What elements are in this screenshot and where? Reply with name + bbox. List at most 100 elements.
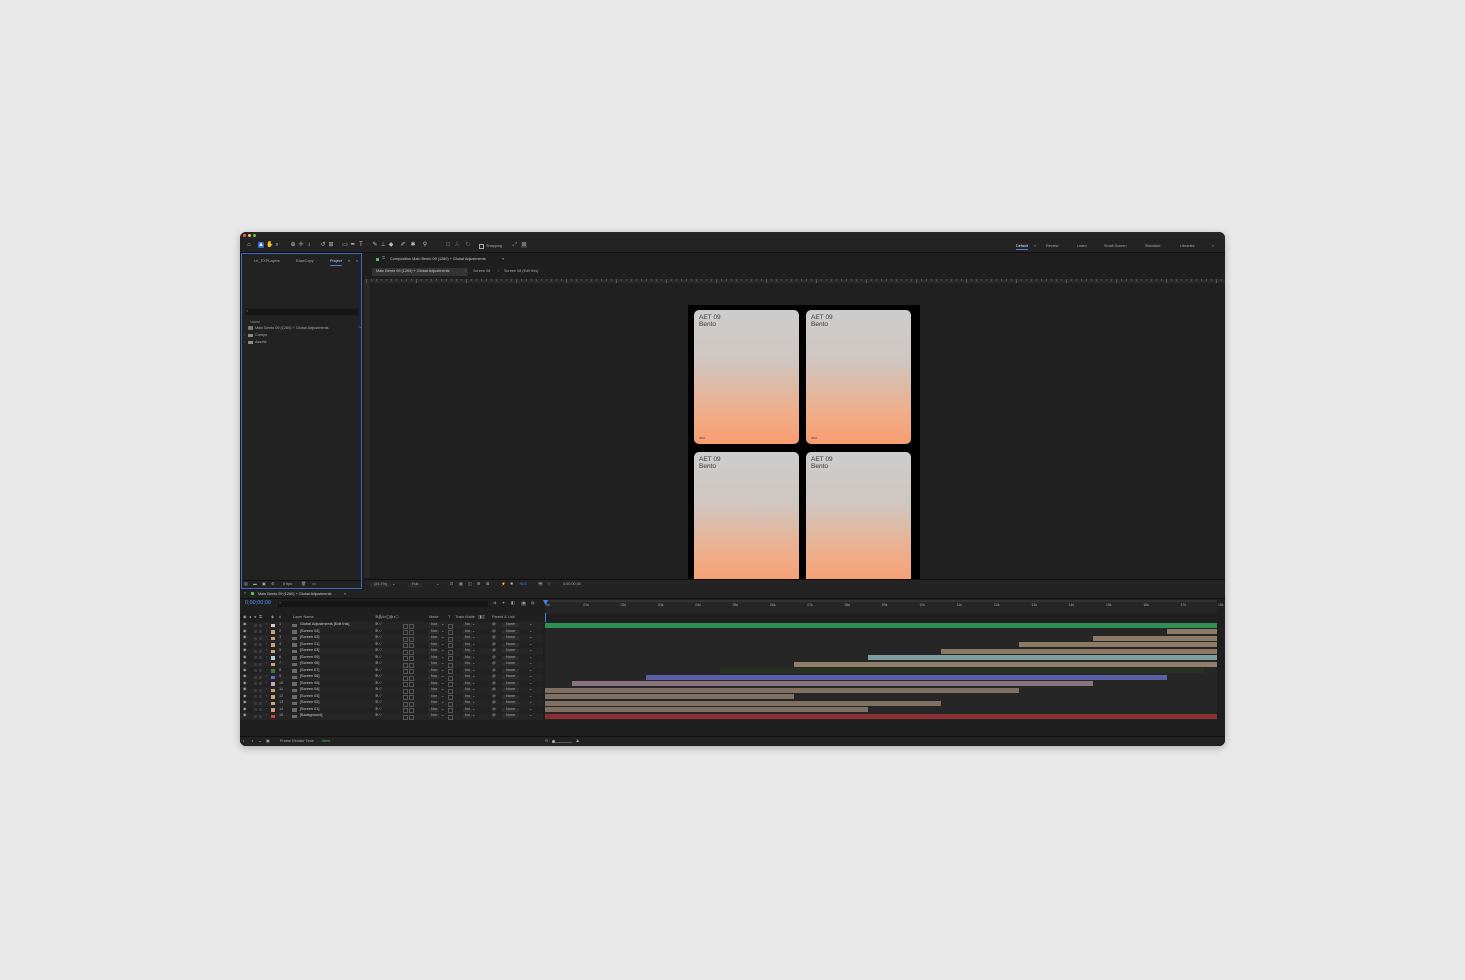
puppet-tool-icon[interactable]: ✱ (410, 242, 416, 248)
layer-switches-icon[interactable]: ✲ ⁄ ⁄ (375, 655, 382, 660)
parent-dropdown[interactable]: None (502, 648, 520, 654)
layer-duration-bar[interactable] (545, 707, 868, 713)
chevron-down-icon[interactable]: ⌄ (441, 629, 444, 634)
workspace-menu-icon[interactable]: ≡ (1034, 244, 1036, 248)
chevron-right-icon[interactable]: › (266, 629, 267, 634)
layer-switches-icon[interactable]: ✲ ⁄ ⁄ (375, 668, 382, 673)
mode-dropdown[interactable]: Nor (429, 713, 440, 719)
layer-name[interactable]: [Screen 05] (300, 681, 319, 686)
chevron-left-icon[interactable]: ‹ (465, 269, 466, 274)
workspace-default[interactable]: Default (1016, 244, 1029, 250)
brush-tool-icon[interactable]: ✎ (372, 242, 378, 248)
visibility-eye-icon[interactable]: ◉ (243, 661, 246, 666)
chevron-down-icon[interactable]: ⌄ (529, 700, 532, 705)
visibility-eye-icon[interactable]: ◉ (243, 629, 246, 634)
chevron-down-icon[interactable]: ⌄ (441, 681, 444, 686)
chevron-right-icon[interactable]: › (266, 661, 267, 666)
timeline-tab-label[interactable]: Main Bento 09 (1260) + Global Adjustment… (258, 592, 332, 597)
solo-toggle[interactable] (254, 708, 257, 711)
mode-dropdown[interactable]: Nor (429, 655, 440, 660)
track-matte-dropdown[interactable]: No (463, 648, 472, 654)
chevron-right-icon[interactable]: › (266, 687, 267, 692)
visibility-eye-icon[interactable]: ◉ (243, 713, 246, 718)
name-column-header[interactable]: Name (250, 320, 260, 325)
visibility-eye-icon[interactable]: ◉ (243, 668, 246, 673)
comp-menu-icon[interactable]: ≡ (502, 257, 504, 262)
mode-dropdown[interactable]: Nor (429, 648, 440, 654)
label-color-swatch[interactable] (271, 682, 275, 686)
zoom-window-icon[interactable] (253, 234, 256, 237)
t-header[interactable]: T (448, 615, 450, 620)
solo-toggle[interactable] (254, 675, 257, 679)
pick-whip-icon[interactable]: @ (492, 707, 496, 712)
hand-tool-icon[interactable]: ✋ (266, 242, 273, 248)
lock-toggle[interactable] (259, 630, 262, 633)
chevron-down-icon[interactable]: ⌄ (529, 694, 532, 699)
chevron-down-icon[interactable]: ⌄ (472, 681, 475, 686)
chevron-down-icon[interactable]: ⌄ (529, 622, 532, 627)
chevron-down-icon[interactable]: ⌄ (472, 668, 475, 673)
guides-icon[interactable]: ⊠ (486, 582, 489, 587)
workspace-review[interactable]: Review (1046, 244, 1058, 248)
chevron-right-icon[interactable]: › (266, 642, 267, 647)
layer-duration-bar[interactable] (1092, 635, 1217, 641)
pick-whip-icon[interactable]: @ (492, 655, 496, 660)
chevron-down-icon[interactable]: ⌄ (529, 655, 532, 660)
mode-dropdown[interactable]: Nor (429, 694, 440, 699)
preserve-transparency-checkbox[interactable] (448, 714, 453, 720)
frame-blending-icon[interactable]: ◉ (521, 601, 527, 606)
project-search-input[interactable]: ⌕ (245, 309, 358, 315)
transparency-grid-icon[interactable]: ▦ (459, 582, 463, 587)
chevron-right-icon[interactable]: › (266, 668, 267, 673)
fast-preview-icon[interactable]: ⚡ (501, 582, 506, 587)
solo-toggle[interactable] (254, 669, 257, 672)
grid-icon[interactable]: ⊞ (477, 582, 480, 587)
chevron-left-icon[interactable]: ‹ (498, 269, 499, 274)
layer-switches-icon[interactable]: ✲ ⁄ ⁄ (375, 629, 382, 634)
layer-switches-icon[interactable]: ✲ ⁄ ⁄ (375, 642, 382, 647)
layer-duration-bar[interactable] (793, 661, 1217, 667)
lock-toggle[interactable] (259, 669, 262, 672)
lock-toggle[interactable] (259, 695, 262, 698)
pick-whip-icon[interactable]: @ (492, 642, 496, 647)
track-matte-dropdown[interactable]: No (463, 700, 472, 706)
chevron-right-icon[interactable]: › (266, 655, 267, 660)
chevron-down-icon[interactable]: ⌄ (529, 661, 532, 666)
pick-whip-icon[interactable]: @ (492, 713, 496, 718)
layer-switches-icon[interactable]: ✲ ⁄ ⁄ (375, 687, 382, 692)
panel-menu-icon[interactable]: ≡ (344, 592, 346, 597)
layer-name[interactable]: [Screen 07] (300, 668, 319, 673)
snap-mode-icon[interactable]: ⊠ (521, 242, 527, 248)
layer-name[interactable]: Global Adjustments [Edit this] (300, 622, 349, 627)
chevron-down-icon[interactable]: ⌄ (472, 694, 475, 699)
label-color-swatch[interactable] (271, 701, 275, 705)
workspace-overflow-icon[interactable]: » (1212, 244, 1214, 248)
pick-whip-icon[interactable]: @ (492, 635, 496, 640)
chevron-right-icon[interactable]: › (266, 622, 267, 627)
panel-overflow-icon[interactable]: » (356, 259, 358, 264)
current-time-display[interactable]: 0;00;00;00 (245, 600, 271, 606)
chevron-right-icon[interactable]: › (266, 648, 267, 653)
shy-layers-icon[interactable]: ◧ (511, 601, 515, 606)
render-time-icon[interactable]: ▣ (266, 739, 270, 744)
workspace-libraries[interactable]: Libraries (1180, 244, 1195, 248)
local-axis-icon[interactable]: ⊡ (445, 242, 451, 248)
visibility-eye-icon[interactable]: ◉ (243, 655, 246, 660)
chevron-down-icon[interactable]: ⌄ (472, 642, 475, 647)
label-color-swatch[interactable] (271, 688, 275, 692)
world-axis-icon[interactable]: ⅄ (454, 242, 460, 248)
viewer-timecode[interactable]: 0;00;00;00 (563, 582, 581, 587)
chevron-down-icon[interactable]: ⌄ (529, 674, 532, 679)
chevron-down-icon[interactable]: ⌄ (529, 681, 532, 686)
parent-dropdown[interactable]: None (502, 687, 520, 693)
parent-dropdown[interactable]: None (502, 629, 520, 634)
dolly-camera-icon[interactable]: ↕ (306, 242, 312, 248)
chevron-down-icon[interactable]: ⌄ (441, 648, 444, 653)
mode-dropdown[interactable]: Nor (429, 668, 440, 673)
lock-toggle[interactable] (259, 701, 262, 705)
layer-duration-bar[interactable] (545, 700, 942, 706)
comp-tab-main[interactable]: Main Bento 09 (1260) + Global Adjustment… (372, 268, 468, 276)
chevron-right-icon[interactable]: › (266, 674, 267, 679)
layer-row[interactable]: ◉ › 15 [Background] ✲ ⁄ ⁄ Nor ⌄ No ⌄ @ None ⌄ (240, 713, 543, 720)
layer-duration-bar[interactable] (1018, 642, 1217, 648)
